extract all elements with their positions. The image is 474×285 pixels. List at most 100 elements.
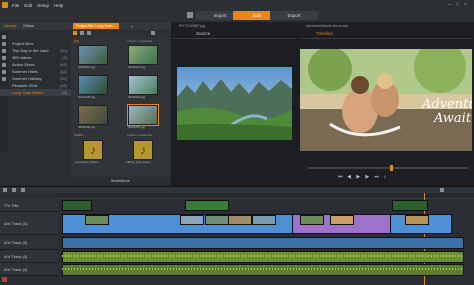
title-clip[interactable] xyxy=(392,200,428,211)
clip-thumb xyxy=(330,215,354,225)
overlay-title-2: Await xyxy=(434,111,472,126)
media-thumb[interactable] xyxy=(128,75,158,95)
tree-item[interactable]: Summer Holiday (32) xyxy=(0,75,71,82)
clip-thumb xyxy=(85,215,109,225)
forward-icon[interactable]: ▶ xyxy=(365,175,370,180)
track-header-2[interactable]: A/V Track (2) xyxy=(0,235,58,250)
tree-item[interactable]: Pinnacle 2018 (14) xyxy=(0,82,71,89)
menu-edit[interactable]: Edit xyxy=(24,3,32,8)
thumb-label: IMG8131.jpg xyxy=(128,95,146,99)
overlay-title-1: Adventu xyxy=(422,97,472,112)
view-icon[interactable] xyxy=(80,31,84,35)
audio-clip[interactable] xyxy=(62,264,464,276)
cut-icon[interactable] xyxy=(12,188,16,192)
home-icon[interactable] xyxy=(187,12,193,18)
tab-editor[interactable]: Editor xyxy=(23,23,33,28)
track-label: T/V Title xyxy=(4,203,19,208)
media-thumb[interactable] xyxy=(128,45,158,65)
filter-icon[interactable] xyxy=(73,31,77,35)
scrub-bar[interactable] xyxy=(308,167,468,169)
section-jpg: jpg xyxy=(74,39,79,43)
audio-file-thumb[interactable]: ♪ xyxy=(83,140,103,160)
search-icon[interactable] xyxy=(151,31,155,35)
tab-library[interactable]: Library xyxy=(4,23,16,28)
audio-clip[interactable] xyxy=(62,251,464,263)
tree-item-project-bins[interactable]: Project Bins xyxy=(0,40,71,47)
tree-item[interactable]: Summer Hikes (12) xyxy=(0,68,71,75)
tab-export[interactable]: Export xyxy=(270,11,318,20)
track-header-title[interactable]: T/V Title xyxy=(0,199,58,212)
thumb-label: IMG8123.jpg xyxy=(128,65,146,69)
music-note-icon: ♪ xyxy=(140,143,146,157)
project-bin-list: Project Bins Two Day in the Land (10) 360… xyxy=(0,40,71,96)
volume-icon[interactable]: ♪ xyxy=(384,175,389,180)
media-toolbar xyxy=(71,30,171,37)
top-bar: File Edit Setup Help Import Edit Export … xyxy=(0,0,474,23)
thumb-label: IMG8128.jpg xyxy=(78,95,96,99)
tree-item-selected[interactable]: Long Yuan Beach (6) xyxy=(0,89,71,96)
title-clip[interactable] xyxy=(185,200,229,211)
item-count: 7 items, 1 selected xyxy=(127,39,153,43)
media-thumb-selected[interactable] xyxy=(127,104,159,126)
track-label: A/V Track (1) xyxy=(4,221,28,226)
audio-count: 2 items, 0 selected xyxy=(127,133,153,137)
divider xyxy=(173,38,296,39)
media-tabbar: Project Bin: Long Yuan... + xyxy=(71,22,171,30)
project-filename: AdventureMovie.Movie.axp xyxy=(306,24,349,28)
audio-file-thumb[interactable]: ♪ xyxy=(133,140,153,160)
smartmovie-button[interactable]: SmartMovie xyxy=(111,179,130,183)
trash-icon[interactable] xyxy=(21,188,25,192)
play-icon[interactable]: ▶ xyxy=(356,175,361,180)
media-icon[interactable] xyxy=(2,35,6,39)
tree-item[interactable]: Action Shots (42) xyxy=(0,61,71,68)
record-icon[interactable] xyxy=(2,277,7,282)
app-logo-icon xyxy=(2,2,8,8)
tree-item[interactable]: 360 videos (3) xyxy=(0,54,71,61)
audio-waveform xyxy=(62,268,462,270)
tab-timeline[interactable]: Timeline xyxy=(316,31,333,36)
scrub-handle[interactable] xyxy=(390,165,393,171)
clip-thumb xyxy=(405,215,429,225)
bin-tab[interactable]: Project Bin: Long Yuan... xyxy=(73,23,119,29)
track-header-4[interactable]: A/V Track (4) xyxy=(0,263,58,276)
track-header-1[interactable]: A/V Track (1) xyxy=(0,212,58,235)
clip-thumb xyxy=(228,215,252,225)
track-label: A/V Track (4) xyxy=(4,267,28,272)
clip-thumb xyxy=(300,215,324,225)
to-start-icon[interactable]: ⏮ xyxy=(338,175,343,180)
minimize-icon[interactable]: – xyxy=(447,3,452,8)
timeline-preview-panel: AdventureMovie.Movie.axp Timeline Advent… xyxy=(298,22,474,186)
menu-file[interactable]: File xyxy=(12,3,19,8)
title-clip[interactable] xyxy=(62,200,92,211)
thumb-label: pycreation_Relax... xyxy=(75,160,101,164)
add-tab-icon[interactable]: + xyxy=(131,24,133,29)
menu-setup[interactable]: Setup xyxy=(37,3,49,8)
thumb-label: tribute_(ind_anew... xyxy=(126,160,153,164)
media-thumb[interactable] xyxy=(78,45,108,65)
time-ruler[interactable] xyxy=(58,193,474,199)
media-browser: Project Bin: Long Yuan... + jpg 7 items,… xyxy=(71,22,172,186)
tab-source[interactable]: Source xyxy=(196,31,210,36)
clip-thumb xyxy=(180,215,204,225)
thumb-label: IMG8190.jpg xyxy=(78,125,96,129)
sort-icon[interactable] xyxy=(87,31,91,35)
to-end-icon[interactable]: ⏭ xyxy=(375,175,380,180)
playback-controls: ⏮ ◀ ▶ ▶ ⏭ ♪ xyxy=(338,174,392,180)
media-thumb[interactable] xyxy=(78,105,108,125)
zoom-icon[interactable] xyxy=(440,188,444,192)
clip-thumb xyxy=(205,215,229,225)
rewind-icon[interactable]: ◀ xyxy=(347,175,352,180)
menu-help[interactable]: Help xyxy=(54,3,63,8)
settings-icon[interactable] xyxy=(3,188,7,192)
close-icon[interactable]: × xyxy=(463,3,468,8)
menu-bar: File Edit Setup Help xyxy=(12,3,67,8)
maximize-icon[interactable]: □ xyxy=(455,3,460,8)
library-tabs: Library Editor xyxy=(0,22,71,30)
tree-item[interactable]: Two Day in the Land (10) xyxy=(0,47,71,54)
media-thumb[interactable] xyxy=(78,75,108,95)
video-clip[interactable] xyxy=(62,237,464,249)
thumb-label: IMG8010.jpg xyxy=(78,65,96,69)
track-header-3[interactable]: A/V Track (3) xyxy=(0,250,58,263)
source-image xyxy=(177,67,292,140)
thumb-label: IMG8265.jpg xyxy=(128,125,146,129)
